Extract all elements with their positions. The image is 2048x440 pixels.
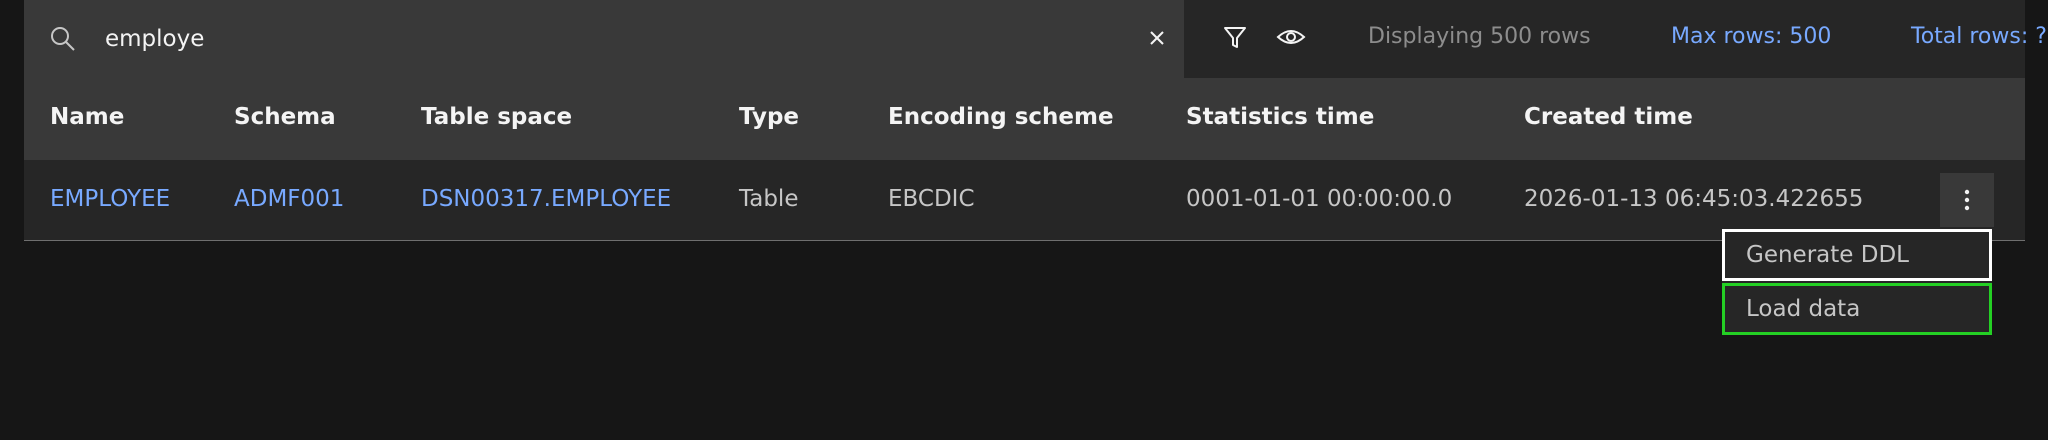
menu-item-load-data[interactable]: Load data: [1722, 283, 1992, 335]
overflow-menu-button[interactable]: [1940, 173, 1994, 227]
filter-icon[interactable]: [1220, 22, 1250, 52]
encoding-cell: EBCDIC: [888, 186, 975, 212]
search-icon: [51, 27, 75, 51]
column-header-type[interactable]: Type: [739, 104, 799, 130]
overflow-menu-icon: [1964, 189, 1970, 211]
table-name-link[interactable]: EMPLOYEE: [50, 186, 170, 212]
created-time-cell: 2026-01-13 06:45:03.422655: [1524, 186, 1864, 212]
table-header: Name Schema Table space Type Encoding sc…: [24, 78, 2025, 160]
menu-item-generate-ddl[interactable]: Generate DDL: [1722, 229, 1992, 281]
max-rows-link[interactable]: Max rows: 500: [1671, 24, 1831, 49]
column-header-schema[interactable]: Schema: [234, 104, 336, 130]
column-header-statistics-time[interactable]: Statistics time: [1186, 104, 1374, 130]
toolbar-actions: Displaying 500 rows Max rows: 500 Total …: [1184, 0, 2047, 78]
column-header-name[interactable]: Name: [50, 104, 124, 130]
column-header-tablespace[interactable]: Table space: [421, 104, 572, 130]
search-bar[interactable]: employe: [24, 0, 1184, 78]
eye-icon[interactable]: [1276, 22, 1306, 52]
toolbar: employe Displaying 500 rows Max rows: 50…: [24, 0, 2047, 78]
close-icon[interactable]: [1144, 25, 1170, 51]
schema-link[interactable]: ADMF001: [234, 186, 344, 212]
column-header-encoding[interactable]: Encoding scheme: [888, 104, 1114, 130]
displaying-rows-text: Displaying 500 rows: [1368, 24, 1591, 49]
search-input[interactable]: employe: [105, 26, 204, 52]
type-cell: Table: [739, 186, 799, 212]
column-header-created-time[interactable]: Created time: [1524, 104, 1693, 130]
statistics-time-cell: 0001-01-01 00:00:00.0: [1186, 186, 1453, 212]
overflow-menu: Generate DDL Load data: [1722, 229, 1992, 335]
total-rows-link[interactable]: Total rows: ?: [1911, 24, 2047, 49]
tablespace-link[interactable]: DSN00317.EMPLOYEE: [421, 186, 671, 212]
